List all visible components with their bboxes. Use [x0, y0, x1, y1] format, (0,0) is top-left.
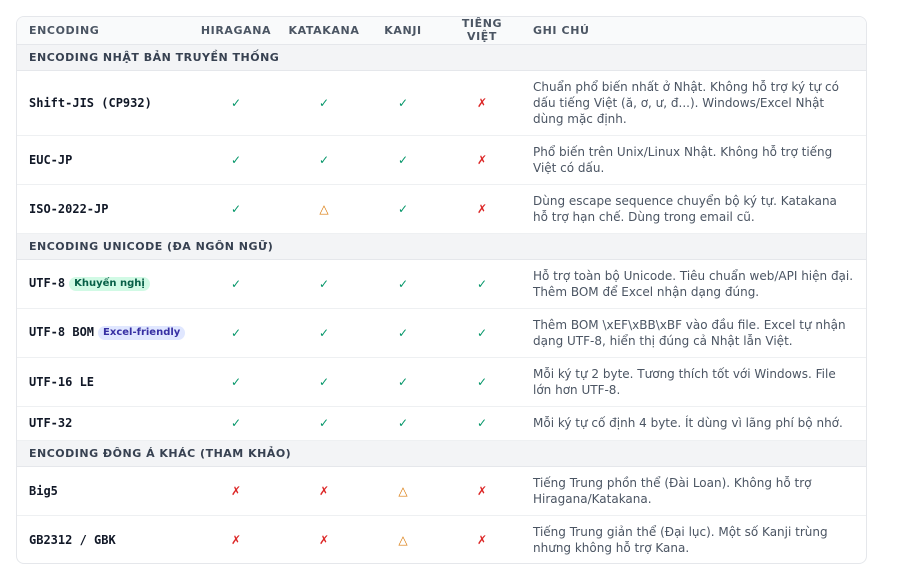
note-text: Dùng escape sequence chuyển bộ ký tự. Ka…: [525, 184, 866, 234]
katakana-mark: ✗: [281, 466, 367, 516]
group-header-japanese: ENCODING NHẬT BẢN TRUYỀN THỐNG: [17, 44, 866, 71]
note-text: Mỗi ký tự cố định 4 byte. Ít dùng vì lãn…: [525, 406, 866, 441]
hiragana-mark: ✗: [230, 532, 242, 547]
kanji-mark: ✓: [367, 135, 439, 185]
table-row: EUC-JP ✓ ✓ ✓ ✗ Phổ biến trên Unix/Linux …: [17, 135, 866, 185]
group-header-unicode: ENCODING UNICODE (ĐA NGÔN NGỮ): [17, 233, 866, 260]
katakana-mark: ✓: [281, 259, 367, 309]
group-title: ENCODING ĐÔNG Á KHÁC (THAM KHẢO): [17, 440, 866, 467]
encoding-name: UTF-16 LE: [17, 357, 191, 407]
comparison-table: ENCODING HIRAGANA KATAKANA KANJI TIẾNG V…: [17, 17, 866, 563]
encoding-name: Big5: [17, 466, 191, 516]
hiragana-mark: ✗: [191, 466, 281, 516]
table-row: Big5 ✗ ✗ △ ✗ Tiếng Trung phồn thể (Đài L…: [17, 466, 866, 516]
encoding-name: UTF-32: [17, 406, 191, 441]
tieng-viet-mark: ✓: [439, 357, 525, 407]
table-header-row: ENCODING HIRAGANA KATAKANA KANJI TIẾNG V…: [17, 17, 866, 45]
header-encoding: ENCODING: [17, 17, 191, 45]
note-text: Tiếng Trung giản thể (Đại lục). Một số K…: [533, 524, 828, 555]
group-title: ENCODING NHẬT BẢN TRUYỀN THỐNG: [17, 44, 866, 71]
katakana-mark: ✓: [281, 308, 367, 358]
note-text: Tiếng Trung phồn thể (Đài Loan). Không h…: [525, 466, 866, 516]
hiragana-mark: ✓: [191, 184, 281, 234]
tieng-viet-mark: ✗: [439, 135, 525, 185]
kanji-mark: ✓: [367, 259, 439, 309]
header-kanji: KANJI: [367, 17, 439, 45]
kanji-mark: △: [367, 466, 439, 516]
kanji-mark: △: [398, 532, 408, 547]
hiragana-mark: ✓: [191, 308, 281, 358]
katakana-mark: ✓: [281, 135, 367, 185]
hiragana-mark: ✓: [191, 406, 281, 441]
encoding-name: GB2312 / GBK: [29, 532, 116, 547]
table-row: GB2312 / GBK ✗ ✗ △ ✗ Tiếng Trung giản th…: [17, 515, 866, 563]
group-title: ENCODING UNICODE (ĐA NGÔN NGỮ): [17, 233, 866, 260]
katakana-mark: ✓: [281, 406, 367, 441]
kanji-mark: ✓: [367, 308, 439, 358]
encoding-name: Shift-JIS (CP932): [17, 70, 191, 136]
encoding-name: ISO-2022-JP: [17, 184, 191, 234]
katakana-mark: ✓: [281, 70, 367, 136]
kanji-mark: ✓: [367, 184, 439, 234]
table-row: UTF-16 LE ✓ ✓ ✓ ✓ Mỗi ký tự 2 byte. Tươn…: [17, 357, 866, 407]
tieng-viet-mark: ✗: [476, 532, 488, 547]
tieng-viet-mark: ✗: [439, 184, 525, 234]
katakana-mark: △: [281, 184, 367, 234]
header-tieng-viet: TIẾNG VIỆT: [439, 17, 525, 45]
encoding-name-cell: UTF-8 BOM Excel-friendly: [17, 308, 191, 358]
table-row: Shift-JIS (CP932) ✓ ✓ ✓ ✗ Chuẩn phổ biến…: [17, 70, 866, 136]
header-hiragana: HIRAGANA: [191, 17, 281, 45]
kanji-mark: ✓: [367, 70, 439, 136]
hiragana-mark: ✓: [191, 135, 281, 185]
note-text: Chuẩn phổ biến nhất ở Nhật. Không hỗ trợ…: [525, 70, 866, 136]
encoding-comparison-table: ENCODING HIRAGANA KATAKANA KANJI TIẾNG V…: [16, 16, 867, 564]
table-row: UTF-32 ✓ ✓ ✓ ✓ Mỗi ký tự cố định 4 byte.…: [17, 406, 866, 441]
table-row: ISO-2022-JP ✓ △ ✓ ✗ Dùng escape sequence…: [17, 184, 866, 234]
header-ghi-chu: GHI CHÚ: [525, 17, 866, 45]
kanji-mark: ✓: [367, 406, 439, 441]
tieng-viet-mark: ✓: [439, 259, 525, 309]
encoding-name: UTF-8 BOM: [29, 325, 95, 339]
tieng-viet-mark: ✓: [439, 308, 525, 358]
excel-friendly-badge: Excel-friendly: [98, 326, 186, 340]
table-row: UTF-8 Khuyến nghị ✓ ✓ ✓ ✓ Hỗ trợ toàn bộ …: [17, 259, 866, 309]
encoding-name: EUC-JP: [17, 135, 191, 185]
tieng-viet-mark: ✗: [439, 466, 525, 516]
tieng-viet-mark: ✗: [439, 70, 525, 136]
encoding-name: UTF-8: [29, 276, 66, 290]
group-header-east-asian: ENCODING ĐÔNG Á KHÁC (THAM KHẢO): [17, 440, 866, 467]
recommended-badge: Khuyến nghị: [69, 277, 150, 291]
table-row: UTF-8 BOM Excel-friendly ✓ ✓ ✓ ✓ Thêm BOM…: [17, 308, 866, 358]
note-text: Phổ biến trên Unix/Linux Nhật. Không hỗ …: [525, 135, 866, 185]
note-text: Mỗi ký tự 2 byte. Tương thích tốt với Wi…: [525, 357, 866, 407]
note-text: Hỗ trợ toàn bộ Unicode. Tiêu chuẩn web/A…: [525, 259, 866, 309]
note-text: Thêm BOM \xEF\xBB\xBF vào đầu file. Exce…: [525, 308, 866, 358]
katakana-mark: ✓: [281, 357, 367, 407]
katakana-mark: ✗: [318, 532, 330, 547]
tieng-viet-mark: ✓: [439, 406, 525, 441]
header-katakana: KATAKANA: [281, 17, 367, 45]
encoding-name-cell: UTF-8 Khuyến nghị: [17, 259, 191, 309]
hiragana-mark: ✓: [191, 259, 281, 309]
hiragana-mark: ✓: [191, 357, 281, 407]
hiragana-mark: ✓: [191, 70, 281, 136]
kanji-mark: ✓: [367, 357, 439, 407]
